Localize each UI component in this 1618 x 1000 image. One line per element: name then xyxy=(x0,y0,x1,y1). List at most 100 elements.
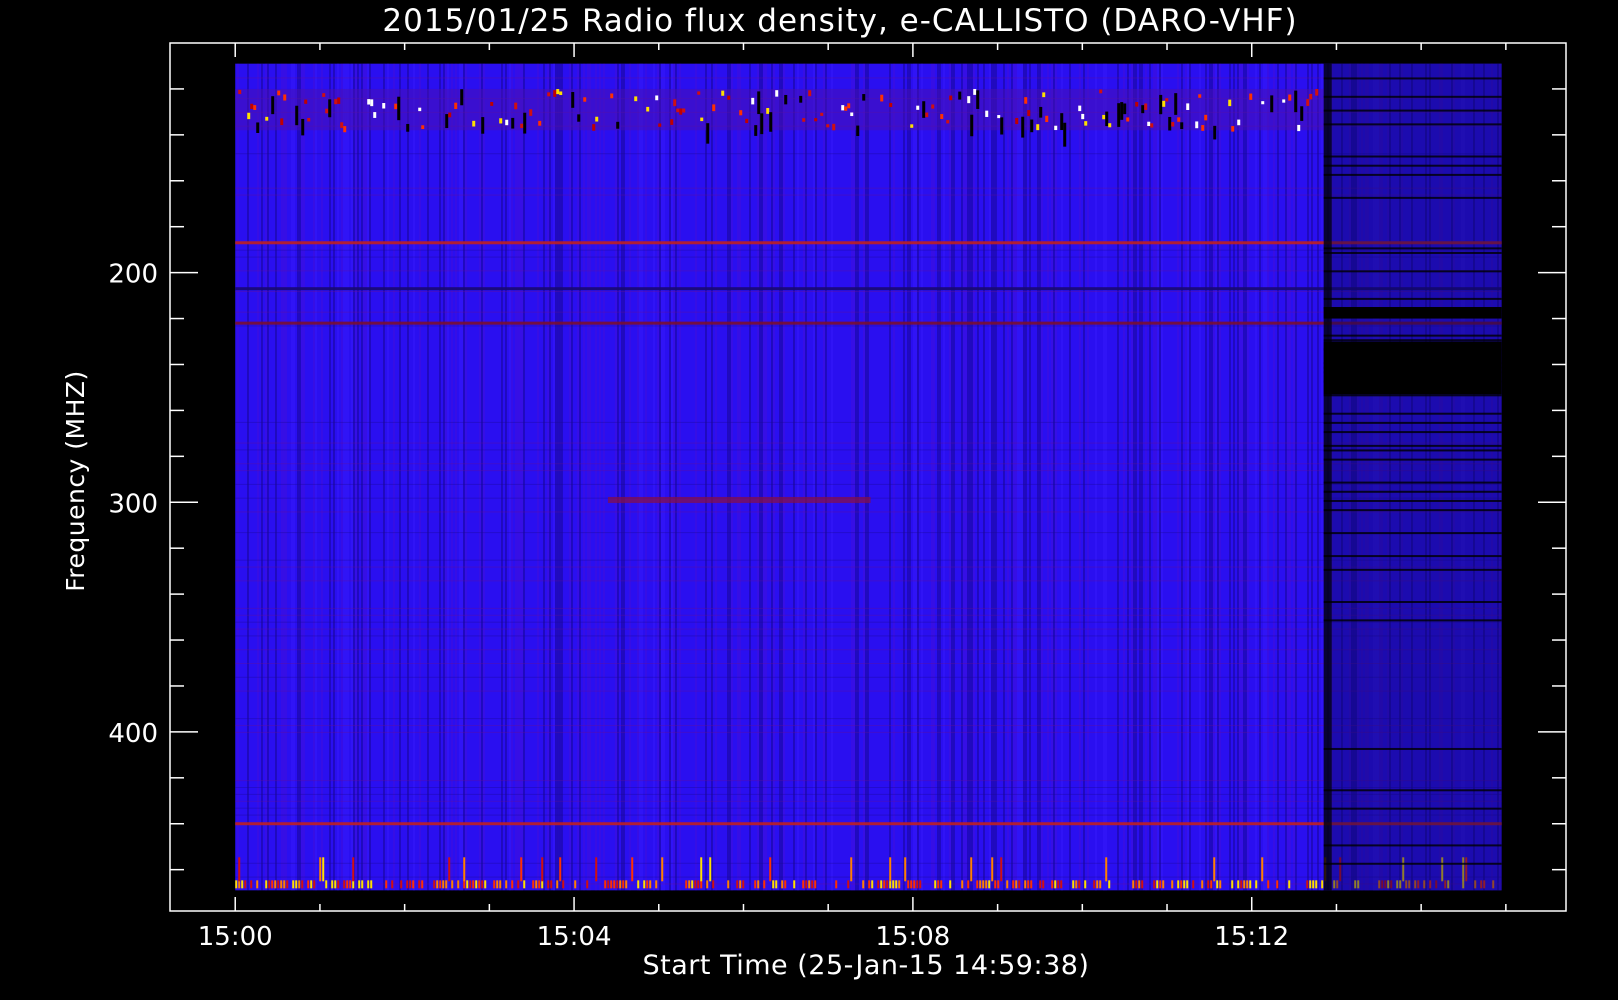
burst-spike xyxy=(979,880,982,889)
frequency-line xyxy=(235,822,1502,826)
burst-spike xyxy=(1180,880,1183,889)
interference-burst xyxy=(700,117,704,122)
interference-burst xyxy=(1150,123,1154,128)
burst-spike xyxy=(940,880,943,889)
burst-spike xyxy=(910,880,913,889)
data-gap xyxy=(1323,307,1502,319)
dark-band xyxy=(1323,412,1502,415)
interference-burst xyxy=(754,125,758,136)
burst-spike xyxy=(1249,880,1252,889)
burst-spike xyxy=(613,880,616,889)
interference-burst xyxy=(931,104,935,109)
interference-burst xyxy=(418,107,422,112)
noise-line xyxy=(235,814,1502,816)
noise-line xyxy=(235,566,1502,568)
interference-burst xyxy=(1039,106,1043,118)
burst-spike xyxy=(1231,880,1234,889)
burst-spike xyxy=(1093,880,1096,889)
dark-band xyxy=(1323,444,1502,447)
interference-burst xyxy=(1237,119,1241,126)
interference-burst xyxy=(1027,110,1031,117)
burst-spike xyxy=(352,880,355,889)
burst-spike xyxy=(418,880,421,889)
burst-spike xyxy=(1141,880,1144,889)
burst-spike xyxy=(967,880,970,889)
interference-burst xyxy=(1060,113,1064,131)
interference-burst xyxy=(1000,117,1004,135)
burst-spike xyxy=(814,880,817,889)
y-tick-label: 400 xyxy=(108,719,158,749)
noise-line xyxy=(235,676,1502,678)
burst-spike xyxy=(535,880,538,889)
interference-burst xyxy=(1105,111,1109,127)
dark-band xyxy=(1323,297,1502,300)
burst-spike xyxy=(493,880,496,889)
dark-band xyxy=(1323,862,1502,865)
burst-spike xyxy=(1171,880,1174,889)
interference-burst xyxy=(775,90,779,97)
interference-burst xyxy=(511,117,515,129)
burst-spike xyxy=(847,880,850,889)
burst-spike xyxy=(889,880,892,889)
interference-burst xyxy=(1315,88,1319,96)
interference-burst xyxy=(727,95,731,100)
noise-line xyxy=(235,449,1502,451)
dark-band xyxy=(1323,844,1502,847)
spectrogram-chart: 2015/01/25 Radio flux density, e-CALLIST… xyxy=(0,0,1618,1000)
burst-spike xyxy=(886,880,889,889)
interference-burst xyxy=(682,108,686,113)
interference-burst xyxy=(751,97,755,105)
burst-spike xyxy=(934,880,937,889)
burst-spike xyxy=(661,857,664,882)
noise-line xyxy=(235,690,1502,692)
burst-spike xyxy=(688,880,691,889)
dark-band xyxy=(1323,789,1502,792)
noise-line xyxy=(235,876,1502,878)
interference-burst xyxy=(985,110,989,117)
burst-spike xyxy=(322,857,325,882)
burst-spike xyxy=(400,880,403,889)
dark-band xyxy=(1323,173,1502,176)
noise-line xyxy=(235,559,1502,561)
interference-burst xyxy=(856,125,860,137)
interference-burst xyxy=(1081,113,1085,120)
burst-spike xyxy=(889,857,892,882)
noise-line xyxy=(235,780,1502,782)
burst-spike xyxy=(919,880,922,889)
interference-burst xyxy=(739,110,743,116)
burst-spike xyxy=(442,880,445,889)
interference-burst xyxy=(1186,103,1190,110)
burst-spike xyxy=(298,880,301,889)
interference-burst xyxy=(1102,114,1106,120)
burst-spike xyxy=(550,880,553,889)
burst-spike xyxy=(574,880,577,889)
burst-spike xyxy=(985,880,988,889)
burst-spike xyxy=(727,880,730,889)
noise-line xyxy=(235,862,1502,864)
interference-burst xyxy=(1300,106,1304,121)
dark-band xyxy=(1323,568,1502,571)
noise-line xyxy=(235,194,1502,196)
noise-line xyxy=(235,249,1502,251)
noise-line xyxy=(235,607,1502,609)
noise-line xyxy=(235,725,1502,726)
burst-spike xyxy=(1030,880,1033,889)
burst-spike xyxy=(1039,880,1042,889)
burst-spike xyxy=(271,880,274,889)
interference-burst xyxy=(505,119,509,126)
dark-band xyxy=(1323,109,1502,112)
interference-burst xyxy=(253,105,257,111)
interference-burst xyxy=(514,102,518,110)
x-tick-label: 15:08 xyxy=(875,922,950,952)
chart-title: 2015/01/25 Radio flux density, e-CALLIST… xyxy=(382,3,1297,39)
interference-burst xyxy=(271,96,275,115)
burst-spike xyxy=(361,880,364,889)
burst-spike xyxy=(1306,880,1309,889)
noise-line xyxy=(235,649,1502,651)
dark-band xyxy=(1323,421,1502,424)
burst-spike xyxy=(370,880,373,889)
burst-spike xyxy=(811,880,814,889)
interference-burst xyxy=(1045,115,1049,123)
burst-spike xyxy=(700,880,703,889)
burst-spike xyxy=(742,880,745,889)
